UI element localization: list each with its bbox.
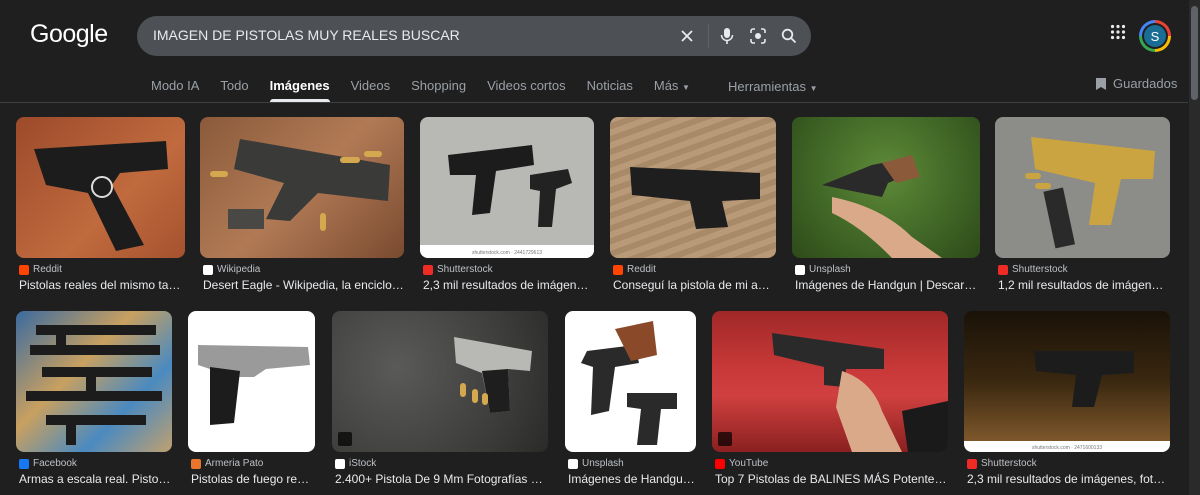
account-avatar[interactable]: S [1139,20,1171,52]
result-title[interactable]: 2.400+ Pistola De 9 Mm Fotografías de … [335,472,548,486]
tools-dropdown[interactable]: Herramientas ▼ [728,79,818,94]
search-icon[interactable] [777,24,801,48]
google-logo[interactable]: Google [30,20,108,49]
result-source: iStock [349,458,377,469]
result-source: Facebook [33,458,77,469]
result-source: YouTube [729,458,769,469]
result-title[interactable]: Desert Eagle - Wikipedia, la enciclop… [203,278,404,292]
search-input[interactable]: IMAGEN DE PISTOLAS MUY REALES BUSCAR [153,27,460,43]
tab-shopping[interactable]: Shopping [411,78,466,102]
scrollbar[interactable] [1189,0,1200,495]
result-source: Reddit [33,264,62,275]
wikipedia-icon [203,264,213,275]
result-title[interactable]: Pistolas de fuego real… [191,472,315,486]
result-title[interactable]: Top 7 Pistolas de BALINES MÁS Potentes … [715,472,948,486]
bookmark-icon [1096,77,1106,90]
youtube-icon [715,458,725,469]
result-title[interactable]: Armas a escala real. Pistol… [19,472,172,486]
tab-modo-ia[interactable]: Modo IA [151,78,199,102]
result-source: Shutterstock [437,264,493,275]
tab-noticias[interactable]: Noticias [587,78,633,102]
result-source: Reddit [627,264,656,275]
tab-videos-cortos[interactable]: Videos cortos [487,78,566,102]
saved-label: Guardados [1113,76,1178,91]
reddit-icon [613,264,623,275]
result-title[interactable]: Imágenes de Handgu… [568,472,696,486]
result-source: Armeria Pato [205,458,264,469]
close-icon[interactable] [675,24,699,48]
reddit-icon [19,264,29,275]
result-title[interactable]: 2,3 mil resultados de imágenes, foto… [967,472,1170,486]
search-tabs: Modo IA Todo Imágenes Videos Shopping Vi… [151,78,711,102]
tab-mas-label: Más [653,78,679,93]
image-badge-icon [338,432,352,446]
avatar-initial: S [1144,25,1166,47]
shutterstock-icon [967,458,977,469]
result-title[interactable]: Conseguí la pistola de mi ag… [613,278,776,292]
shutterstock-icon [423,264,433,275]
watermark-caption: shutterstock.com · 2441729613 [472,250,542,256]
tab-todo[interactable]: Todo [220,78,248,102]
lens-icon[interactable] [746,24,770,48]
result-title[interactable]: 1,2 mil resultados de imágenes… [998,278,1170,292]
result-source: Unsplash [809,264,851,275]
result-title[interactable]: Imágenes de Handgun | Descarg… [795,278,980,292]
result-title[interactable]: 2,3 mil resultados de imágenes… [423,278,594,292]
facebook-icon [19,458,29,469]
istock-icon [335,458,345,469]
saved-button[interactable]: Guardados [1095,76,1177,91]
chevron-down-icon: ▼ [682,83,690,92]
tab-videos[interactable]: Videos [351,78,391,102]
unsplash-icon [568,458,578,469]
shutterstock-icon [998,264,1008,275]
search-box[interactable]: IMAGEN DE PISTOLAS MUY REALES BUSCAR [137,16,811,56]
watermark-caption: shutterstock.com · 2471600133 [1032,445,1102,451]
result-source: Shutterstock [981,458,1037,469]
chevron-down-icon: ▼ [809,84,818,93]
result-source: Wikipedia [217,264,261,275]
unsplash-icon [795,264,805,275]
mic-icon[interactable] [715,24,739,48]
tab-mas[interactable]: Más ▼ [654,78,690,102]
header-divider [0,102,1188,103]
tools-label: Herramientas [728,79,807,94]
video-badge-icon [718,432,732,446]
armeria-pato-icon [191,458,201,469]
apps-icon[interactable] [1110,24,1132,46]
result-title[interactable]: Pistolas reales del mismo tam… [19,278,185,292]
result-source: Unsplash [582,458,624,469]
tab-imagenes[interactable]: Imágenes [269,78,330,102]
result-source: Shutterstock [1012,264,1068,275]
